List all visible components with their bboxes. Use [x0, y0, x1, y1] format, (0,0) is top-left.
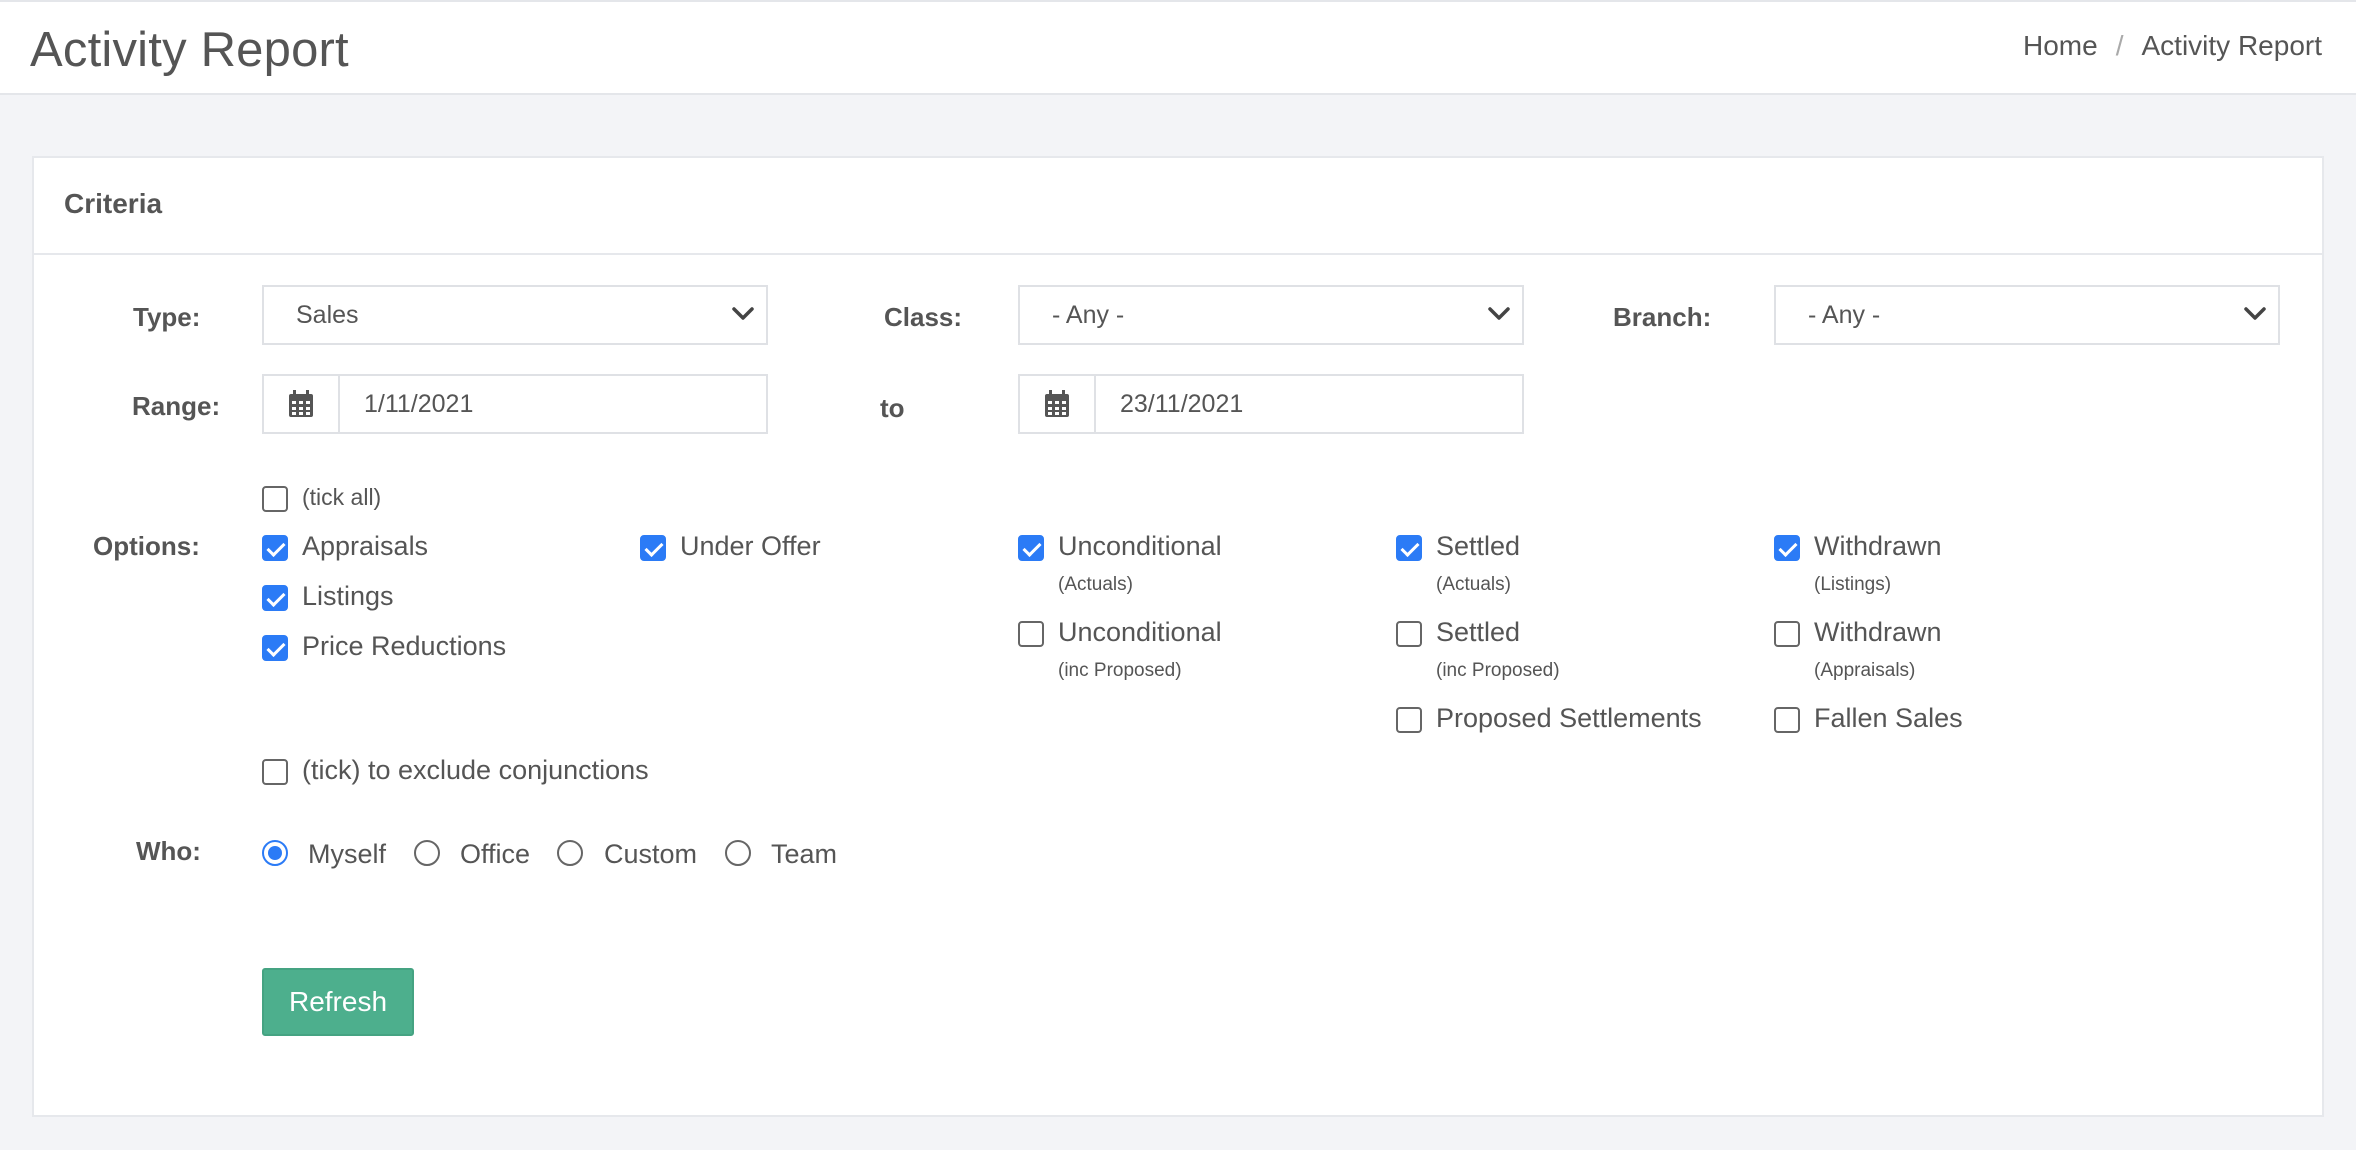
- who-custom-radio[interactable]: [557, 840, 583, 866]
- settled-proposed-sub: (inc Proposed): [1436, 660, 1560, 681]
- unconditional-proposed-label: Unconditional: [1058, 617, 1222, 647]
- under-offer-checkbox[interactable]: [640, 535, 666, 561]
- settled-actuals-sub: (Actuals): [1436, 574, 1511, 595]
- breadcrumb: Home / Activity Report: [2023, 30, 2322, 62]
- calendar-icon[interactable]: [264, 376, 340, 432]
- type-label: Type:: [133, 302, 201, 332]
- settled-proposed-checkbox[interactable]: [1396, 621, 1422, 647]
- who-office-label: Office: [460, 839, 531, 869]
- listings-label: Listings: [302, 581, 394, 611]
- proposed-settlements-label: Proposed Settlements: [1436, 703, 1702, 733]
- card-header: Criteria: [34, 158, 2322, 255]
- options-label: Options:: [93, 531, 200, 561]
- withdrawn-listings-label: Withdrawn: [1814, 531, 1942, 561]
- unconditional-actuals-label: Unconditional: [1058, 531, 1222, 561]
- who-team-radio[interactable]: [725, 840, 751, 866]
- unconditional-proposed-checkbox[interactable]: [1018, 621, 1044, 647]
- exclude-conjunctions-label: (tick) to exclude conjunctions: [302, 755, 649, 785]
- chevron-down-icon: [732, 307, 754, 320]
- settled-actuals-label: Settled: [1436, 531, 1521, 561]
- unconditional-actuals-sub: (Actuals): [1058, 574, 1133, 595]
- unconditional-proposed-sub: (inc Proposed): [1058, 660, 1182, 681]
- range-from-input[interactable]: 1/11/2021: [262, 374, 768, 434]
- class-label: Class:: [884, 302, 963, 332]
- unconditional-actuals-checkbox[interactable]: [1018, 535, 1044, 561]
- listings-checkbox[interactable]: [262, 585, 288, 611]
- tick-all-label: (tick all): [302, 484, 382, 510]
- range-to-label: to: [880, 393, 905, 423]
- branch-select[interactable]: - Any -: [1774, 285, 2280, 345]
- chevron-down-icon: [1488, 307, 1510, 320]
- breadcrumb-separator: /: [2115, 30, 2124, 61]
- calendar-icon[interactable]: [1020, 376, 1096, 432]
- breadcrumb-current: Activity Report: [2141, 30, 2323, 61]
- page-title: Activity Report: [30, 23, 349, 77]
- range-from-value: 1/11/2021: [364, 390, 474, 418]
- withdrawn-appraisals-label: Withdrawn: [1814, 617, 1942, 647]
- range-to-value: 23/11/2021: [1120, 390, 1244, 418]
- exclude-conjunctions-checkbox[interactable]: [262, 759, 288, 785]
- who-label: Who:: [136, 836, 201, 866]
- under-offer-label: Under Offer: [680, 531, 821, 561]
- branch-select-value: - Any -: [1808, 301, 1881, 329]
- range-to-input[interactable]: 23/11/2021: [1018, 374, 1524, 434]
- who-myself-label: Myself: [308, 839, 387, 869]
- class-select[interactable]: - Any -: [1018, 285, 1524, 345]
- class-select-value: - Any -: [1052, 301, 1125, 329]
- type-select[interactable]: Sales: [262, 285, 768, 345]
- chevron-down-icon: [2244, 307, 2266, 320]
- fallen-sales-checkbox[interactable]: [1774, 707, 1800, 733]
- settled-proposed-label: Settled: [1436, 617, 1521, 647]
- breadcrumb-home-link[interactable]: Home: [2023, 30, 2098, 62]
- appraisals-label: Appraisals: [302, 531, 429, 561]
- top-bar: Activity Report Home / Activity Report: [0, 0, 2356, 95]
- tick-all-checkbox[interactable]: [262, 486, 288, 512]
- branch-label: Branch:: [1613, 302, 1712, 332]
- appraisals-checkbox[interactable]: [262, 535, 288, 561]
- who-office-radio[interactable]: [414, 840, 440, 866]
- withdrawn-appraisals-sub: (Appraisals): [1814, 660, 1916, 681]
- withdrawn-listings-checkbox[interactable]: [1774, 535, 1800, 561]
- fallen-sales-label: Fallen Sales: [1814, 703, 1963, 733]
- price-reductions-checkbox[interactable]: [262, 635, 288, 661]
- type-select-value: Sales: [296, 301, 359, 329]
- price-reductions-label: Price Reductions: [302, 631, 507, 661]
- settled-actuals-checkbox[interactable]: [1396, 535, 1422, 561]
- range-label: Range:: [132, 391, 221, 421]
- withdrawn-appraisals-checkbox[interactable]: [1774, 621, 1800, 647]
- proposed-settlements-checkbox[interactable]: [1396, 707, 1422, 733]
- who-myself-radio[interactable]: [262, 840, 288, 866]
- withdrawn-listings-sub: (Listings): [1814, 574, 1892, 595]
- card-title: Criteria: [64, 188, 163, 219]
- who-team-label: Team: [771, 839, 838, 869]
- who-custom-label: Custom: [604, 839, 698, 869]
- refresh-button[interactable]: Refresh: [262, 968, 414, 1036]
